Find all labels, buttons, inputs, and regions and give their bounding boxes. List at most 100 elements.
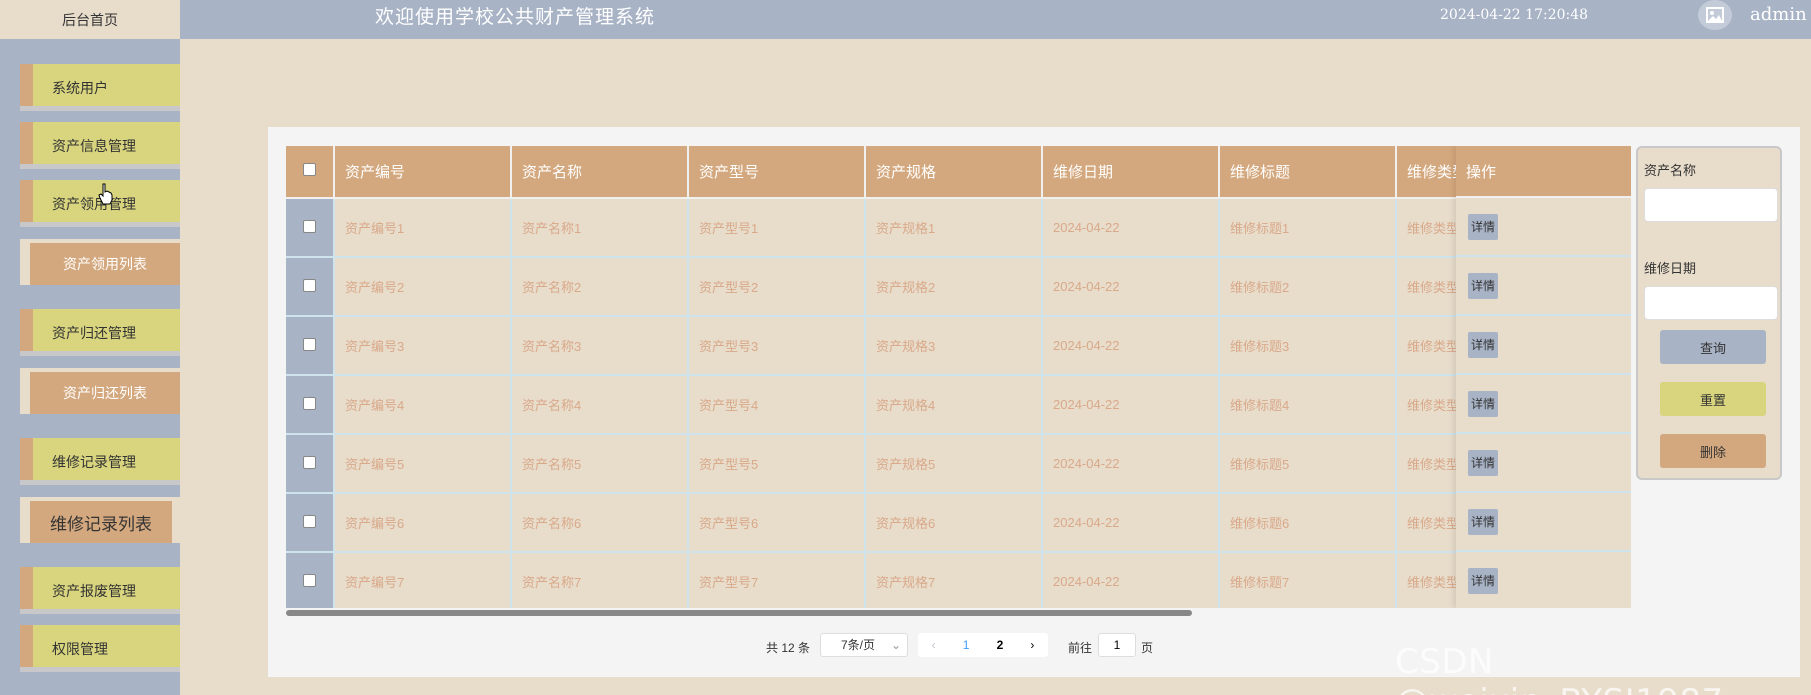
submenu-wrap: 资产归还列表: [20, 368, 180, 414]
table-cell: 资产编号3: [334, 316, 512, 376]
table-cell: 资产编号7: [334, 552, 512, 608]
operation-cell: 详情: [1456, 552, 1631, 608]
detail-button[interactable]: 详情: [1468, 390, 1498, 417]
table-cell: 2024-04-22: [1042, 198, 1220, 258]
home-tab[interactable]: 后台首页: [0, 0, 180, 39]
table-cell: 资产规格3: [865, 316, 1043, 376]
table-cell: 维修标题2: [1219, 257, 1397, 317]
col-header[interactable]: 维修日期: [1042, 146, 1220, 199]
row-checkbox[interactable]: [303, 455, 316, 469]
table-cell: 维修标题1: [1219, 198, 1397, 258]
data-table: 资产编号 资产名称 资产型号 资产规格 维修日期 维修标题 维修类型 资产编号1…: [286, 146, 1631, 608]
pagination-total: 共 12 条: [766, 641, 811, 655]
search-panel: 资产名称 维修日期 查询 重置 删除: [1636, 146, 1782, 480]
operation-cell: 详情: [1456, 198, 1631, 257]
table-cell: 2024-04-22: [1042, 375, 1220, 435]
table-cell: 维修标题6: [1219, 493, 1397, 553]
detail-button[interactable]: 详情: [1468, 272, 1498, 299]
row-checkbox-cell: [286, 198, 335, 258]
prev-page-icon[interactable]: ‹: [932, 638, 936, 652]
table-row: 资产编号7 资产名称7 资产型号7 资产规格7 2024-04-22 维修标题7 维修类型7: [286, 552, 1586, 608]
select-all-checkbox[interactable]: [303, 163, 316, 176]
row-checkbox-cell: [286, 552, 335, 608]
row-checkbox-cell: [286, 316, 335, 376]
row-checkbox[interactable]: [303, 514, 316, 528]
table-cell: 2024-04-22: [1042, 552, 1220, 608]
detail-button[interactable]: 详情: [1468, 567, 1498, 594]
watermark: CSDN @weixin_BYSJ1987: [1395, 642, 1723, 695]
table-cell: 维修标题3: [1219, 316, 1397, 376]
table-cell: 资产编号6: [334, 493, 512, 553]
table-cell: 资产编号5: [334, 434, 512, 494]
table-cell: 2024-04-22: [1042, 434, 1220, 494]
detail-button[interactable]: 详情: [1468, 449, 1498, 476]
row-checkbox[interactable]: [303, 396, 316, 410]
sidebar-item-repair-list[interactable]: 维修记录列表: [30, 501, 172, 543]
sidebar-item-asset-return-list[interactable]: 资产归还列表: [30, 372, 180, 414]
sidebar-item-permissions[interactable]: 权限管理: [20, 625, 180, 672]
sidebar-item-asset-borrow-list[interactable]: 资产领用列表: [30, 243, 180, 285]
sidebar-item-repair-records[interactable]: 维修记录管理: [20, 438, 180, 485]
col-header-operation: 操作: [1456, 146, 1631, 198]
table-cell: 资产型号7: [688, 552, 866, 608]
row-checkbox-cell: [286, 493, 335, 553]
table-cell: 资产名称4: [511, 375, 689, 435]
table-cell: 资产型号3: [688, 316, 866, 376]
table-cell: 资产规格4: [865, 375, 1043, 435]
page-2[interactable]: 2: [997, 638, 1004, 652]
avatar[interactable]: [1698, 0, 1732, 30]
detail-button[interactable]: 详情: [1468, 213, 1498, 240]
operation-cell: 详情: [1456, 375, 1631, 434]
table-cell: 资产型号4: [688, 375, 866, 435]
col-header[interactable]: 资产编号: [334, 146, 512, 199]
system-title: 欢迎使用学校公共财产管理系统: [375, 6, 656, 28]
sidebar-item-asset-return[interactable]: 资产归还管理: [20, 309, 180, 356]
row-checkbox[interactable]: [303, 219, 316, 233]
select-all-cell: [286, 146, 335, 199]
horizontal-scrollbar[interactable]: [286, 610, 1192, 616]
next-page-icon[interactable]: ›: [1030, 638, 1034, 652]
goto-label: 前往: [1068, 641, 1093, 655]
table-cell: 维修标题4: [1219, 375, 1397, 435]
datetime: 2024-04-22 17:20:48: [1440, 7, 1589, 23]
sidebar: 系统用户 资产信息管理 资产领用管理 资产领用列表 资产归还管理 资产归还列表 …: [0, 39, 180, 695]
detail-button[interactable]: 详情: [1468, 331, 1498, 358]
username[interactable]: admin: [1750, 4, 1807, 25]
row-checkbox-cell: [286, 375, 335, 435]
hand-cursor-icon: [98, 183, 113, 205]
table-cell: 资产型号1: [688, 198, 866, 258]
table-row: 资产编号3 资产名称3 资产型号3 资产规格3 2024-04-22 维修标题3 维修类型3: [286, 316, 1586, 376]
col-header[interactable]: 资产名称: [511, 146, 689, 199]
row-checkbox[interactable]: [303, 337, 316, 351]
table-cell: 2024-04-22: [1042, 257, 1220, 317]
col-header[interactable]: 资产型号: [688, 146, 866, 199]
col-header[interactable]: 维修标题: [1219, 146, 1397, 199]
table-header-row: 资产编号 资产名称 资产型号 资产规格 维修日期 维修标题 维修类型: [286, 146, 1585, 199]
page-1[interactable]: 1: [963, 638, 970, 652]
operation-cell: 详情: [1456, 257, 1631, 316]
repair-date-input[interactable]: [1644, 286, 1778, 320]
goto-page-input[interactable]: 1: [1098, 633, 1136, 657]
col-header[interactable]: 资产规格: [865, 146, 1043, 199]
asset-name-label: 资产名称: [1644, 164, 1697, 179]
operation-cell: 详情: [1456, 434, 1631, 493]
asset-name-input[interactable]: [1644, 188, 1778, 222]
delete-button[interactable]: 删除: [1660, 434, 1766, 468]
sidebar-item-asset-scrap[interactable]: 资产报废管理: [20, 567, 180, 614]
query-button[interactable]: 查询: [1660, 330, 1766, 364]
reset-button[interactable]: 重置: [1660, 382, 1766, 416]
row-checkbox-cell: [286, 434, 335, 494]
table-row: 资产编号6 资产名称6 资产型号6 资产规格6 2024-04-22 维修标题6 维修类型6: [286, 493, 1586, 553]
sidebar-item-asset-info[interactable]: 资产信息管理: [20, 122, 180, 169]
table-cell: 资产规格5: [865, 434, 1043, 494]
goto-unit: 页: [1141, 641, 1154, 655]
table-row: 资产编号2 资产名称2 资产型号2 资产规格2 2024-04-22 维修标题2 维修类型2: [286, 257, 1586, 317]
page-size-select[interactable]: 7条/页 ⌄: [820, 633, 908, 657]
table-cell: 资产编号1: [334, 198, 512, 258]
operation-cell: 详情: [1456, 316, 1631, 375]
row-checkbox[interactable]: [303, 278, 316, 292]
table-cell: 资产名称1: [511, 198, 689, 258]
sidebar-item-system-users[interactable]: 系统用户: [20, 64, 180, 111]
detail-button[interactable]: 详情: [1468, 508, 1498, 535]
row-checkbox[interactable]: [303, 573, 316, 587]
